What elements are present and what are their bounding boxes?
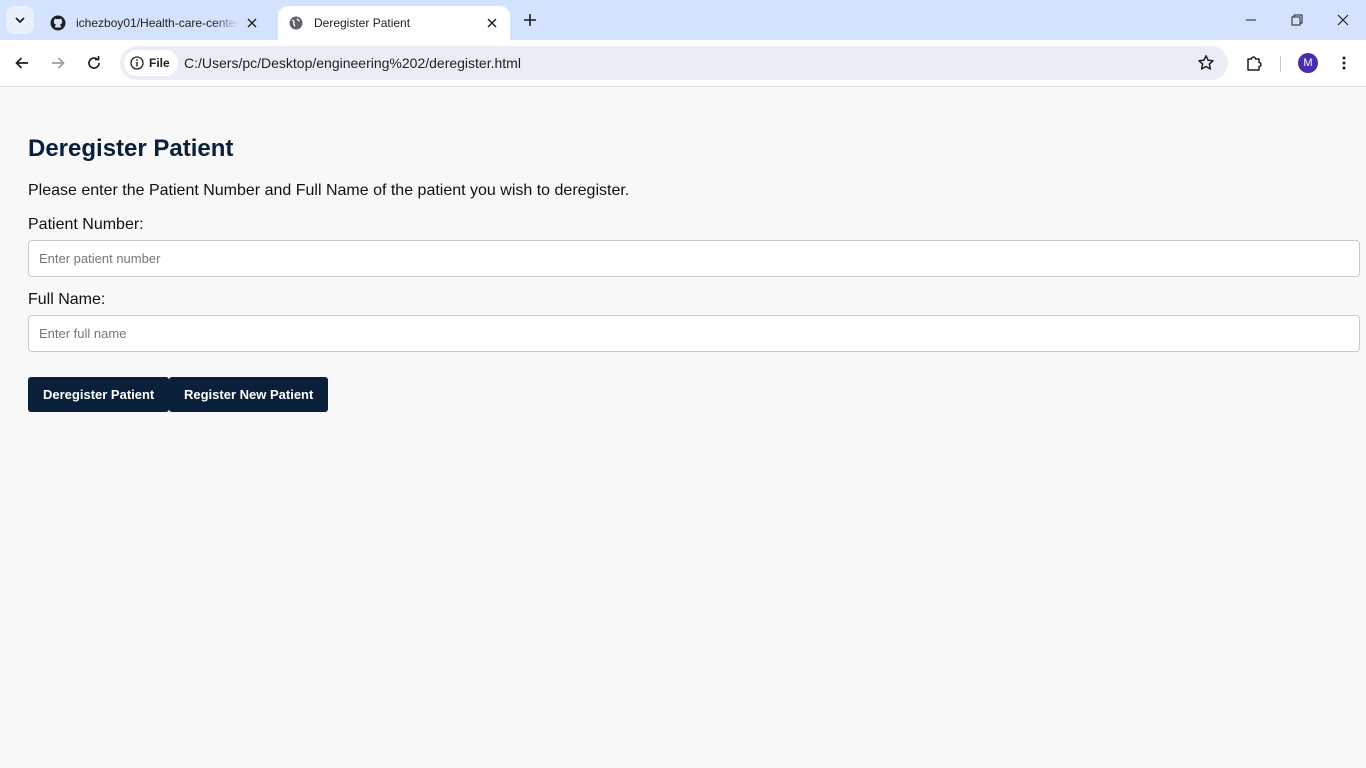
restore-button[interactable]	[1274, 0, 1320, 40]
tab-title: ichezboy01/Health-care-center	[76, 16, 238, 30]
forward-button[interactable]	[42, 47, 74, 79]
tab-github[interactable]: ichezboy01/Health-care-center	[40, 6, 270, 40]
extensions-button[interactable]	[1238, 47, 1270, 79]
toolbar-divider	[1280, 56, 1281, 72]
tab-deregister-patient[interactable]: Deregister Patient	[278, 6, 510, 40]
reload-button[interactable]	[78, 47, 110, 79]
browser-toolbar: File C:/Users/pc/Desktop/engineering%202…	[0, 40, 1366, 87]
menu-button[interactable]	[1328, 47, 1360, 79]
github-icon	[50, 15, 66, 31]
puzzle-icon	[1247, 56, 1262, 71]
new-tab-button[interactable]	[518, 8, 542, 32]
chevron-down-icon	[15, 17, 25, 24]
deregister-patient-button[interactable]: Deregister Patient	[28, 377, 170, 412]
arrow-left-icon	[15, 57, 28, 69]
close-icon	[1337, 14, 1349, 26]
page-title: Deregister Patient	[28, 135, 234, 162]
avatar: M	[1298, 53, 1318, 73]
plus-icon	[524, 14, 536, 26]
bookmark-button[interactable]	[1196, 53, 1216, 73]
minimize-icon	[1246, 19, 1256, 21]
url-text[interactable]: C:/Users/pc/Desktop/engineering%202/dere…	[184, 46, 521, 80]
tab-title: Deregister Patient	[314, 16, 411, 30]
chip-label: File	[149, 56, 170, 70]
globe-icon	[289, 16, 303, 30]
tab-search-button[interactable]	[6, 6, 34, 34]
reload-icon	[88, 56, 100, 69]
close-icon[interactable]	[244, 15, 260, 31]
close-window-button[interactable]	[1320, 0, 1366, 40]
arrow-right-icon	[52, 57, 65, 69]
site-info-chip[interactable]: File	[124, 50, 178, 76]
back-button[interactable]	[6, 47, 38, 79]
full-name-input[interactable]	[28, 315, 1360, 352]
minimize-button[interactable]	[1228, 0, 1274, 40]
address-bar[interactable]: File C:/Users/pc/Desktop/engineering%202…	[120, 46, 1228, 80]
register-new-patient-button[interactable]: Register New Patient	[169, 377, 329, 412]
star-icon	[1198, 55, 1214, 70]
tab-strip: ichezboy01/Health-care-center Deregister…	[0, 0, 1366, 40]
profile-button[interactable]: M	[1292, 47, 1324, 79]
info-icon	[130, 56, 144, 70]
instructions-text: Please enter the Patient Number and Full…	[28, 182, 630, 199]
patient-number-label: Patient Number:	[28, 216, 144, 233]
restore-icon	[1291, 14, 1303, 26]
full-name-label: Full Name:	[28, 291, 106, 308]
patient-number-input[interactable]	[28, 240, 1360, 277]
more-vert-icon	[1342, 56, 1346, 70]
close-icon[interactable]	[484, 15, 500, 31]
